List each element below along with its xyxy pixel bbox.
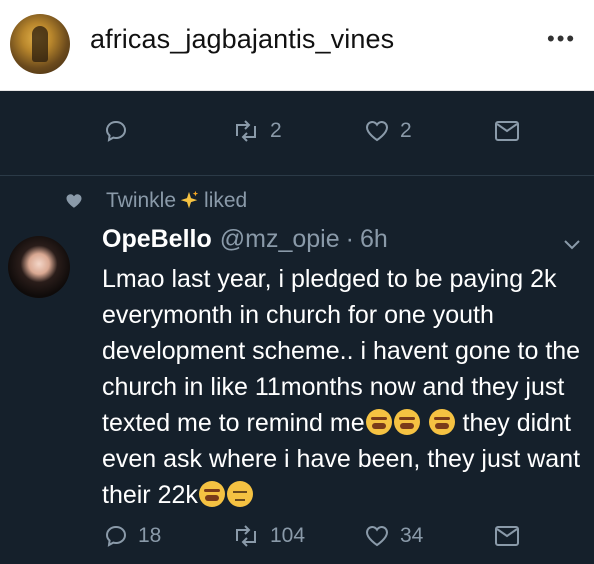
reply-button[interactable] bbox=[104, 111, 138, 151]
retweet-count: 104 bbox=[270, 524, 306, 547]
tweet-timestamp[interactable]: 6h bbox=[360, 225, 388, 254]
expressionless-emoji bbox=[226, 481, 253, 507]
sparkles-icon bbox=[180, 190, 199, 209]
reply-count: 18 bbox=[138, 524, 162, 547]
instagram-header: africas_jagbajantis_vines ••• bbox=[0, 0, 594, 91]
reply-icon bbox=[105, 120, 127, 142]
chevron-down-icon[interactable] bbox=[562, 238, 582, 252]
tweet-author-avatar[interactable] bbox=[8, 236, 70, 298]
retweet-button[interactable]: 2 bbox=[232, 111, 282, 151]
liked-action: liked bbox=[204, 189, 248, 212]
liked-by-user[interactable]: Twinkle bbox=[106, 189, 176, 213]
mail-icon bbox=[495, 526, 519, 546]
sweat-smile-emoji bbox=[198, 481, 225, 507]
retweet-icon bbox=[236, 120, 256, 142]
tweet-screenshot: 2 2 Twinkle liked OpeBello @mz_opie · 6h… bbox=[0, 91, 594, 564]
bottom-action-bar: 18 104 34 bbox=[0, 516, 594, 556]
sweat-smile-emoji bbox=[428, 409, 455, 435]
tweet-author-handle[interactable]: @mz_opie bbox=[220, 225, 340, 254]
dm-button[interactable] bbox=[494, 516, 520, 556]
heart-filled-icon bbox=[66, 194, 82, 208]
dm-button[interactable] bbox=[494, 111, 520, 151]
like-count: 34 bbox=[400, 524, 424, 547]
tweet-separator: · bbox=[345, 224, 354, 253]
tweet-header: OpeBello @mz_opie · 6h bbox=[102, 222, 388, 256]
sweat-smile-emoji bbox=[365, 409, 392, 435]
mail-icon bbox=[495, 121, 519, 141]
like-button[interactable]: 34 bbox=[364, 516, 423, 556]
retweet-count: 2 bbox=[270, 119, 282, 142]
heart-icon bbox=[365, 120, 389, 142]
more-options-icon[interactable]: ••• bbox=[547, 26, 576, 52]
retweet-button[interactable]: 104 bbox=[232, 516, 305, 556]
liked-indicator: Twinkle liked bbox=[64, 187, 247, 215]
sweat-smile-emoji bbox=[393, 409, 420, 435]
top-action-bar: 2 2 bbox=[0, 111, 594, 151]
statue-figure bbox=[32, 26, 48, 62]
like-count: 2 bbox=[400, 119, 412, 142]
reply-icon bbox=[105, 525, 127, 547]
profile-avatar[interactable] bbox=[10, 14, 70, 74]
heart-icon bbox=[365, 525, 389, 547]
tweet-author-name[interactable]: OpeBello bbox=[102, 225, 212, 254]
instagram-username[interactable]: africas_jagbajantis_vines bbox=[90, 24, 394, 55]
reply-button[interactable]: 18 bbox=[104, 516, 161, 556]
divider bbox=[0, 175, 594, 176]
tweet-text: Lmao last year, i pledged to be paying 2… bbox=[102, 261, 582, 513]
retweet-icon bbox=[236, 525, 256, 547]
like-button[interactable]: 2 bbox=[364, 111, 412, 151]
